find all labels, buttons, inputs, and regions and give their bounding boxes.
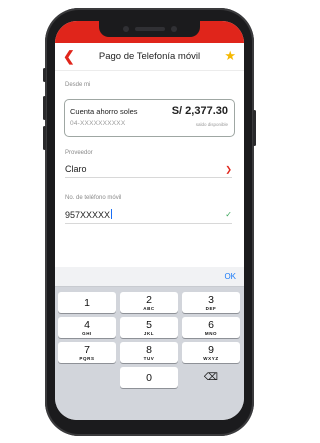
mute-switch (43, 68, 46, 82)
key-3[interactable]: 3 DEF (182, 292, 240, 313)
volume-up-button (43, 96, 46, 120)
front-camera (123, 26, 129, 32)
account-balance: S/ 2,377.30 (171, 105, 228, 117)
numeric-keyboard: OK 1 2 ABC 3 DEF 4 GHI 5 JKL 6 MNO 7 PQRS 8 TUV… (55, 267, 244, 420)
earpiece-speaker (135, 27, 165, 31)
volume-down-button (43, 126, 46, 150)
source-account-card[interactable]: Cuenta ahorro soles 04-XXXXXXXXXX S/ 2,3… (64, 99, 235, 137)
key-5[interactable]: 5 JKL (120, 317, 178, 338)
status-bar (55, 21, 244, 43)
app-header: ❮ Pago de Telefonía móvil ★ (55, 43, 244, 71)
text-cursor (111, 209, 113, 219)
chevron-left-icon[interactable]: ❮ (63, 48, 75, 65)
key-8[interactable]: 8 TUV (120, 342, 178, 363)
phone-value: 957XXXXX (65, 210, 111, 220)
proximity-sensor (171, 26, 177, 32)
account-number: 04-XXXXXXXXXX (70, 120, 126, 127)
key-2[interactable]: 2 ABC (120, 292, 178, 313)
notch (99, 21, 200, 37)
keyboard-toolbar: OK (55, 267, 244, 287)
chevron-down-icon[interactable]: ❯ (225, 165, 232, 174)
phone-input[interactable]: 957XXXXX (65, 209, 113, 220)
key-4[interactable]: 4 GHI (58, 317, 116, 338)
key-9[interactable]: 9 WXYZ (182, 342, 240, 363)
key-0[interactable]: 0 (120, 367, 178, 388)
key-7[interactable]: 7 PQRS (58, 342, 116, 363)
check-icon: ✓ (225, 210, 232, 219)
provider-underline (65, 177, 232, 178)
ok-button[interactable]: OK (224, 272, 236, 281)
balance-caption: saldo disponible (195, 122, 228, 127)
provider-label: Proveedor (65, 150, 93, 156)
source-label: Desde mi (65, 82, 91, 88)
key-1[interactable]: 1 (58, 292, 116, 313)
account-name: Cuenta ahorro soles (70, 107, 138, 116)
star-icon[interactable]: ★ (224, 48, 236, 64)
phone-screen: ❮ Pago de Telefonía móvil ★ Desde mi Cue… (55, 21, 244, 420)
phone-underline (65, 223, 232, 224)
backspace-icon[interactable]: ⌫ (182, 367, 240, 388)
provider-select[interactable]: Claro (65, 164, 87, 174)
power-button (253, 110, 256, 146)
page-title: Pago de Telefonía móvil (98, 51, 201, 62)
key-6[interactable]: 6 MNO (182, 317, 240, 338)
phone-label: No. de teléfono móvil (65, 195, 122, 201)
